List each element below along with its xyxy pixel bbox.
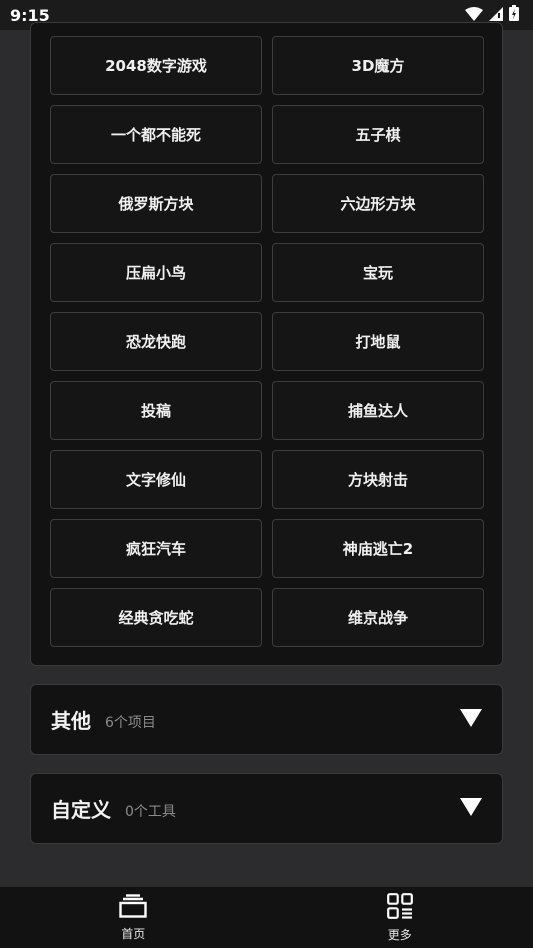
section-other[interactable]: 其他 6个项目 [30,684,503,755]
nav-item-home[interactable]: 首页 [0,887,267,948]
section-custom[interactable]: 自定义 0个工具 [30,773,503,844]
grid-more-icon [386,892,413,923]
game-button-flappy[interactable]: 压扁小鸟 [50,243,262,302]
game-button-block-shooter[interactable]: 方块射击 [272,450,484,509]
section-title: 其他 [51,709,91,733]
nav-label-home: 首页 [121,926,146,941]
game-button-crazy-car[interactable]: 疯狂汽车 [50,519,262,578]
game-button-snake[interactable]: 经典贪吃蛇 [50,588,262,647]
game-button-3d-cube[interactable]: 3D魔方 [272,36,484,95]
game-button-no-one-dies[interactable]: 一个都不能死 [50,105,262,164]
bottom-nav: 首页 更多 [0,886,533,948]
games-card: 2048数字游戏 3D魔方 一个都不能死 五子棋 俄罗斯方块 六边形方块 压扁小… [30,22,503,666]
game-button-text-cultivation[interactable]: 文字修仙 [50,450,262,509]
triangle-down-icon[interactable] [460,797,482,820]
section-count: 0个工具 [125,803,176,820]
nav-label-more: 更多 [387,927,412,942]
section-title: 自定义 [51,798,111,822]
game-button-hex-blocks[interactable]: 六边形方块 [272,174,484,233]
game-button-whack-a-mole[interactable]: 打地鼠 [272,312,484,371]
nav-item-more[interactable]: 更多 [267,887,533,948]
game-button-viking-war[interactable]: 维京战争 [272,588,484,647]
game-grid: 2048数字游戏 3D魔方 一个都不能死 五子棋 俄罗斯方块 六边形方块 压扁小… [50,36,484,647]
battery-icon [509,5,519,25]
game-button-baowan[interactable]: 宝玩 [272,243,484,302]
game-button-fishing[interactable]: 捕鱼达人 [272,381,484,440]
game-button-gomoku[interactable]: 五子棋 [272,105,484,164]
game-button-submit[interactable]: 投稿 [50,381,262,440]
section-count: 6个项目 [105,714,156,731]
triangle-down-icon[interactable] [460,708,482,731]
game-button-2048[interactable]: 2048数字游戏 [50,36,262,95]
home-tray-icon [119,893,147,922]
game-button-tetris[interactable]: 俄罗斯方块 [50,174,262,233]
game-button-dino-run[interactable]: 恐龙快跑 [50,312,262,371]
game-button-temple-run-2[interactable]: 神庙逃亡2 [272,519,484,578]
